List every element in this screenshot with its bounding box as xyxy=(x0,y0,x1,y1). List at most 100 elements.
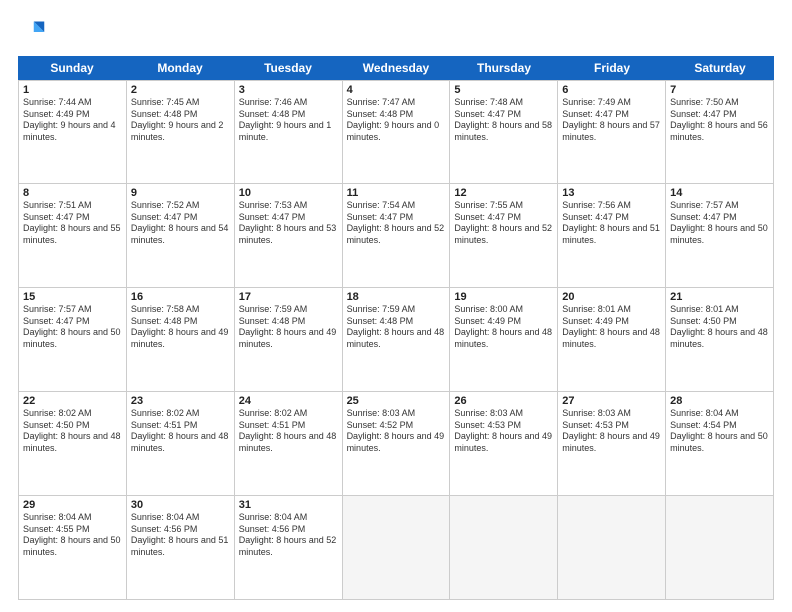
day-number: 26 xyxy=(454,395,553,407)
day-number: 20 xyxy=(562,291,661,303)
calendar-body: 1 Sunrise: 7:44 AMSunset: 4:49 PMDayligh… xyxy=(18,80,774,600)
day-info: Sunrise: 7:47 AMSunset: 4:48 PMDaylight:… xyxy=(347,97,446,144)
day-info: Sunrise: 8:02 AMSunset: 4:50 PMDaylight:… xyxy=(23,408,122,455)
calendar-week-2: 8 Sunrise: 7:51 AMSunset: 4:47 PMDayligh… xyxy=(18,184,774,288)
day-info: Sunrise: 8:02 AMSunset: 4:51 PMDaylight:… xyxy=(239,408,338,455)
day-cell-9: 9 Sunrise: 7:52 AMSunset: 4:47 PMDayligh… xyxy=(127,184,235,288)
day-number: 30 xyxy=(131,499,230,511)
day-info: Sunrise: 8:02 AMSunset: 4:51 PMDaylight:… xyxy=(131,408,230,455)
day-info: Sunrise: 8:00 AMSunset: 4:49 PMDaylight:… xyxy=(454,304,553,351)
day-cell-5: 5 Sunrise: 7:48 AMSunset: 4:47 PMDayligh… xyxy=(450,80,558,184)
calendar-week-1: 1 Sunrise: 7:44 AMSunset: 4:49 PMDayligh… xyxy=(18,80,774,184)
day-info: Sunrise: 8:04 AMSunset: 4:54 PMDaylight:… xyxy=(670,408,769,455)
day-header-wednesday: Wednesday xyxy=(342,56,450,80)
day-number: 27 xyxy=(562,395,661,407)
day-header-saturday: Saturday xyxy=(666,56,774,80)
day-cell-21: 21 Sunrise: 8:01 AMSunset: 4:50 PMDaylig… xyxy=(666,288,774,392)
day-number: 23 xyxy=(131,395,230,407)
logo xyxy=(18,18,50,46)
day-number: 22 xyxy=(23,395,122,407)
calendar-header: SundayMondayTuesdayWednesdayThursdayFrid… xyxy=(18,56,774,80)
day-info: Sunrise: 7:44 AMSunset: 4:49 PMDaylight:… xyxy=(23,97,122,144)
day-header-sunday: Sunday xyxy=(18,56,126,80)
day-cell-30: 30 Sunrise: 8:04 AMSunset: 4:56 PMDaylig… xyxy=(127,496,235,600)
day-cell-27: 27 Sunrise: 8:03 AMSunset: 4:53 PMDaylig… xyxy=(558,392,666,496)
day-cell-25: 25 Sunrise: 8:03 AMSunset: 4:52 PMDaylig… xyxy=(343,392,451,496)
day-info: Sunrise: 7:57 AMSunset: 4:47 PMDaylight:… xyxy=(670,200,769,247)
day-number: 9 xyxy=(131,187,230,199)
calendar-week-3: 15 Sunrise: 7:57 AMSunset: 4:47 PMDaylig… xyxy=(18,288,774,392)
day-cell-6: 6 Sunrise: 7:49 AMSunset: 4:47 PMDayligh… xyxy=(558,80,666,184)
day-info: Sunrise: 7:54 AMSunset: 4:47 PMDaylight:… xyxy=(347,200,446,247)
header xyxy=(18,18,774,46)
day-info: Sunrise: 7:48 AMSunset: 4:47 PMDaylight:… xyxy=(454,97,553,144)
day-number: 8 xyxy=(23,187,122,199)
day-number: 13 xyxy=(562,187,661,199)
day-cell-7: 7 Sunrise: 7:50 AMSunset: 4:47 PMDayligh… xyxy=(666,80,774,184)
day-cell-3: 3 Sunrise: 7:46 AMSunset: 4:48 PMDayligh… xyxy=(235,80,343,184)
day-info: Sunrise: 7:52 AMSunset: 4:47 PMDaylight:… xyxy=(131,200,230,247)
day-cell-13: 13 Sunrise: 7:56 AMSunset: 4:47 PMDaylig… xyxy=(558,184,666,288)
empty-cell xyxy=(666,496,774,600)
day-info: Sunrise: 8:04 AMSunset: 4:55 PMDaylight:… xyxy=(23,512,122,559)
day-info: Sunrise: 7:57 AMSunset: 4:47 PMDaylight:… xyxy=(23,304,122,351)
day-header-friday: Friday xyxy=(558,56,666,80)
day-info: Sunrise: 8:01 AMSunset: 4:50 PMDaylight:… xyxy=(670,304,769,351)
empty-cell xyxy=(558,496,666,600)
day-header-tuesday: Tuesday xyxy=(234,56,342,80)
day-info: Sunrise: 7:58 AMSunset: 4:48 PMDaylight:… xyxy=(131,304,230,351)
day-cell-17: 17 Sunrise: 7:59 AMSunset: 4:48 PMDaylig… xyxy=(235,288,343,392)
empty-cell xyxy=(450,496,558,600)
day-number: 2 xyxy=(131,84,230,96)
day-cell-10: 10 Sunrise: 7:53 AMSunset: 4:47 PMDaylig… xyxy=(235,184,343,288)
day-cell-29: 29 Sunrise: 8:04 AMSunset: 4:55 PMDaylig… xyxy=(19,496,127,600)
day-info: Sunrise: 8:01 AMSunset: 4:49 PMDaylight:… xyxy=(562,304,661,351)
day-number: 5 xyxy=(454,84,553,96)
day-number: 7 xyxy=(670,84,769,96)
calendar: SundayMondayTuesdayWednesdayThursdayFrid… xyxy=(18,56,774,600)
day-cell-8: 8 Sunrise: 7:51 AMSunset: 4:47 PMDayligh… xyxy=(19,184,127,288)
day-info: Sunrise: 7:45 AMSunset: 4:48 PMDaylight:… xyxy=(131,97,230,144)
day-info: Sunrise: 7:53 AMSunset: 4:47 PMDaylight:… xyxy=(239,200,338,247)
day-cell-18: 18 Sunrise: 7:59 AMSunset: 4:48 PMDaylig… xyxy=(343,288,451,392)
day-number: 4 xyxy=(347,84,446,96)
day-header-monday: Monday xyxy=(126,56,234,80)
day-number: 21 xyxy=(670,291,769,303)
day-cell-19: 19 Sunrise: 8:00 AMSunset: 4:49 PMDaylig… xyxy=(450,288,558,392)
day-number: 6 xyxy=(562,84,661,96)
day-info: Sunrise: 8:04 AMSunset: 4:56 PMDaylight:… xyxy=(131,512,230,559)
day-info: Sunrise: 8:04 AMSunset: 4:56 PMDaylight:… xyxy=(239,512,338,559)
day-cell-16: 16 Sunrise: 7:58 AMSunset: 4:48 PMDaylig… xyxy=(127,288,235,392)
day-info: Sunrise: 7:56 AMSunset: 4:47 PMDaylight:… xyxy=(562,200,661,247)
day-info: Sunrise: 7:55 AMSunset: 4:47 PMDaylight:… xyxy=(454,200,553,247)
day-cell-28: 28 Sunrise: 8:04 AMSunset: 4:54 PMDaylig… xyxy=(666,392,774,496)
day-cell-31: 31 Sunrise: 8:04 AMSunset: 4:56 PMDaylig… xyxy=(235,496,343,600)
day-info: Sunrise: 8:03 AMSunset: 4:53 PMDaylight:… xyxy=(454,408,553,455)
day-number: 12 xyxy=(454,187,553,199)
day-number: 19 xyxy=(454,291,553,303)
day-info: Sunrise: 7:50 AMSunset: 4:47 PMDaylight:… xyxy=(670,97,769,144)
day-cell-26: 26 Sunrise: 8:03 AMSunset: 4:53 PMDaylig… xyxy=(450,392,558,496)
day-info: Sunrise: 7:59 AMSunset: 4:48 PMDaylight:… xyxy=(239,304,338,351)
day-cell-24: 24 Sunrise: 8:02 AMSunset: 4:51 PMDaylig… xyxy=(235,392,343,496)
day-cell-4: 4 Sunrise: 7:47 AMSunset: 4:48 PMDayligh… xyxy=(343,80,451,184)
day-info: Sunrise: 7:46 AMSunset: 4:48 PMDaylight:… xyxy=(239,97,338,144)
day-cell-11: 11 Sunrise: 7:54 AMSunset: 4:47 PMDaylig… xyxy=(343,184,451,288)
day-info: Sunrise: 7:59 AMSunset: 4:48 PMDaylight:… xyxy=(347,304,446,351)
day-number: 14 xyxy=(670,187,769,199)
day-cell-1: 1 Sunrise: 7:44 AMSunset: 4:49 PMDayligh… xyxy=(19,80,127,184)
day-cell-15: 15 Sunrise: 7:57 AMSunset: 4:47 PMDaylig… xyxy=(19,288,127,392)
day-cell-23: 23 Sunrise: 8:02 AMSunset: 4:51 PMDaylig… xyxy=(127,392,235,496)
day-number: 10 xyxy=(239,187,338,199)
day-number: 1 xyxy=(23,84,122,96)
day-cell-2: 2 Sunrise: 7:45 AMSunset: 4:48 PMDayligh… xyxy=(127,80,235,184)
day-number: 25 xyxy=(347,395,446,407)
day-cell-20: 20 Sunrise: 8:01 AMSunset: 4:49 PMDaylig… xyxy=(558,288,666,392)
page: SundayMondayTuesdayWednesdayThursdayFrid… xyxy=(0,0,792,612)
empty-cell xyxy=(343,496,451,600)
day-header-thursday: Thursday xyxy=(450,56,558,80)
day-cell-14: 14 Sunrise: 7:57 AMSunset: 4:47 PMDaylig… xyxy=(666,184,774,288)
calendar-week-5: 29 Sunrise: 8:04 AMSunset: 4:55 PMDaylig… xyxy=(18,496,774,600)
day-cell-22: 22 Sunrise: 8:02 AMSunset: 4:50 PMDaylig… xyxy=(19,392,127,496)
day-cell-12: 12 Sunrise: 7:55 AMSunset: 4:47 PMDaylig… xyxy=(450,184,558,288)
